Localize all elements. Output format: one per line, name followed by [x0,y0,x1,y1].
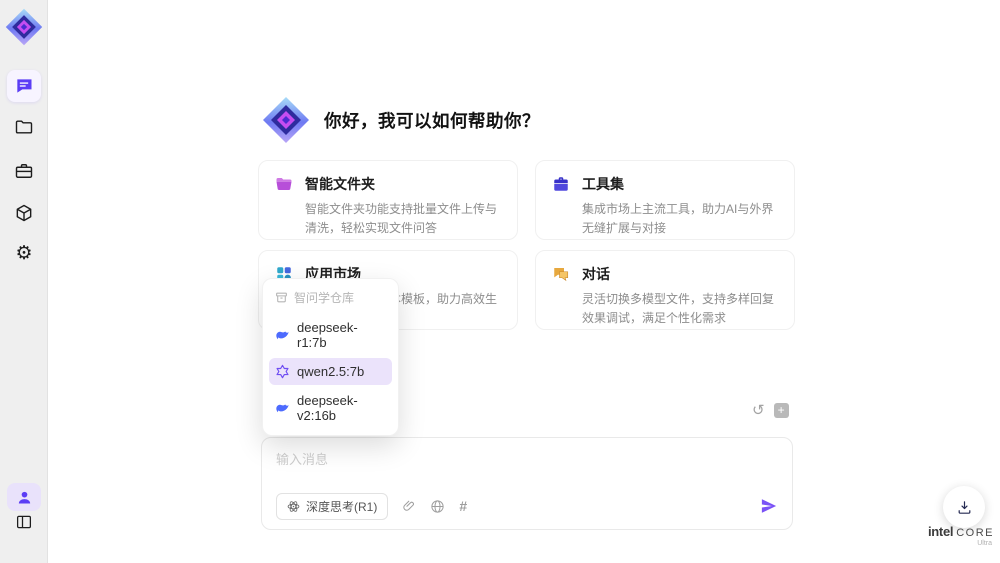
attachment-icon[interactable] [402,499,416,513]
card-title: 智能文件夹 [305,176,375,192]
core-wordmark: core [956,527,994,539]
message-input[interactable] [276,449,776,487]
sidebar: ⚙ [0,0,48,563]
deep-think-label: 深度思考(R1) [306,499,378,514]
split-panel-icon [15,513,33,531]
chat-actions: ↺ + [752,403,789,418]
deepseek-whale-icon [275,328,290,343]
qwen-icon [275,364,290,379]
folder-icon [14,117,34,137]
chat-bubble-icon [14,76,34,96]
card-description: 灵活切换多模型文件，支持多样回复效果调试，满足个性化需求 [582,292,775,325]
history-icon[interactable]: ↺ [752,403,765,418]
app-window: ⚙ 你好，我可以如何帮助你？ 智能文件夹 智能文件夹功能支持批量文件上传与清洗，… [0,0,1000,563]
composer-toolbar: 深度思考(R1) # [276,492,778,520]
card-description: 智能文件夹功能支持批量文件上传与清洗，轻松实现文件问答 [305,202,498,235]
card-title: 对话 [582,266,610,282]
new-chat-icon[interactable]: + [773,403,789,418]
app-logo-icon [262,96,310,144]
deep-think-toggle[interactable]: 深度思考(R1) [276,492,389,520]
greeting-title: 你好，我可以如何帮助你？ [324,110,540,131]
card-title: 工具集 [582,176,624,192]
repo-icon [275,291,288,304]
atom-icon [287,500,300,513]
composer: 深度思考(R1) # [261,437,793,530]
intel-core-logo: intel core Ultra [924,524,998,547]
gear-icon: ⚙ [15,241,33,264]
model-option-qwen[interactable]: qwen2.5:7b [269,358,392,385]
model-dropdown: 智问学仓库 deepseek-r1:7b qwen2.5:7b deepseek… [262,278,399,436]
sidebar-item-account[interactable] [7,483,41,511]
briefcase-blue-icon [552,175,570,193]
model-option-label: deepseek-v2:16b [297,393,358,423]
intel-wordmark: intel [927,524,954,539]
deepseek-whale-icon [275,401,290,416]
chat-amber-icon [552,265,570,283]
model-option-deepseek-v2[interactable]: deepseek-v2:16b [269,387,392,429]
model-dropdown-header: 智问学仓库 [269,285,392,312]
greeting: 你好，我可以如何帮助你？ [262,96,540,144]
model-option-label: qwen2.5:7b [297,364,365,379]
sidebar-item-chat[interactable] [7,70,41,102]
globe-icon[interactable] [430,499,445,514]
cube-icon [14,203,34,223]
card-description: 集成市场上主流工具，助力AI与外界无缝扩展与对接 [582,202,774,235]
briefcase-icon [14,161,34,181]
sidebar-item-models[interactable] [7,197,41,229]
card-smart-folder[interactable]: 智能文件夹 智能文件夹功能支持批量文件上传与清洗，轻松实现文件问答 [258,160,518,240]
card-toolset[interactable]: 工具集 集成市场上主流工具，助力AI与外界无缝扩展与对接 [535,160,795,240]
download-icon [956,499,973,516]
sidebar-item-settings[interactable]: ⚙ [7,237,41,269]
sidebar-item-toolbox[interactable] [7,155,41,187]
intel-sub-label: Ultra [977,540,992,547]
send-button[interactable] [760,497,778,515]
model-dropdown-header-label: 智问学仓库 [294,291,355,305]
user-icon [16,489,33,506]
folder-purple-icon [275,175,293,193]
app-logo-icon [5,8,43,46]
model-option-label: deepseek-r1:7b [297,320,358,350]
sidebar-item-panel-toggle[interactable] [7,508,41,536]
card-conversation[interactable]: 对话 灵活切换多模型文件，支持多样回复效果调试，满足个性化需求 [535,250,795,330]
download-button[interactable] [943,486,985,528]
sidebar-item-folders[interactable] [7,111,41,143]
prompt-library-icon[interactable]: # [459,498,467,514]
model-option-deepseek-r1[interactable]: deepseek-r1:7b [269,314,392,356]
